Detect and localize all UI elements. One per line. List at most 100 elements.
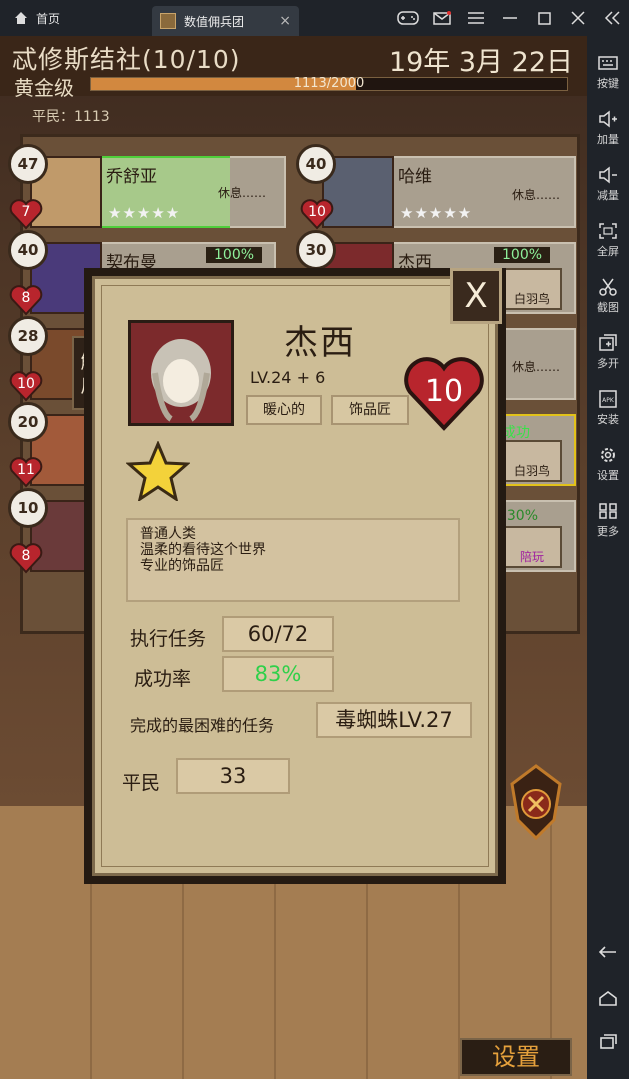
toolbar-label: 全屏 <box>597 245 619 258</box>
home-icon <box>15 12 27 24</box>
merc-level-badge: 47 <box>8 144 48 184</box>
recent-apps-icon <box>600 1034 617 1049</box>
emulator-window: 首页 数值佣兵团 × 忒修斯结社(10/10) 19年 3月 22日 黄金级 1… <box>0 0 629 1079</box>
quest-ticket: 白羽鸟 <box>502 440 562 482</box>
minimize-icon[interactable] <box>493 0 527 36</box>
merc-heart-count: 10 <box>17 376 35 392</box>
toolbar-label: 安装 <box>597 413 619 426</box>
toolbar-volume-down[interactable]: 减量 <box>587 166 629 203</box>
trait-badge[interactable]: 饰品匠 <box>331 395 409 425</box>
merc-level-badge: 28 <box>8 316 48 356</box>
merc-level-badge: 10 <box>8 488 48 528</box>
merc-heart-count: 11 <box>17 462 35 478</box>
nav-home-button[interactable] <box>587 990 629 1010</box>
merc-status: 休息…… <box>511 188 560 202</box>
merc-card-overlay: 休息…… <box>30 156 286 228</box>
merc-description: 普通人类 温柔的看待这个世界 专业的饰品匠 <box>126 518 460 602</box>
fullscreen-icon <box>599 223 617 239</box>
missions-value: 60/72 <box>222 616 334 652</box>
menu-icon[interactable] <box>459 0 493 36</box>
gamepad-icon[interactable] <box>391 0 425 36</box>
quest-ticket-label: 白羽鸟 <box>513 292 550 306</box>
trait-badge[interactable]: 暖心的 <box>246 395 322 425</box>
close-button[interactable]: X <box>450 268 502 324</box>
toolbar-label: 按键 <box>597 77 619 90</box>
merc-progress: 30% <box>506 508 538 524</box>
toolbar-multi-instance[interactable]: 多开 <box>587 334 629 371</box>
merc-heart-count: 8 <box>21 290 31 306</box>
merc-level-badge: 20 <box>8 402 48 442</box>
toolbar-label: 更多 <box>597 525 619 538</box>
toolbar-volume-up[interactable]: 加量 <box>587 110 629 147</box>
toolbar-more[interactable]: 更多 <box>587 502 629 539</box>
merc-status: 成功 <box>502 425 530 441</box>
close-icon[interactable] <box>561 0 595 36</box>
toolbar-label: 加量 <box>597 133 619 146</box>
merc-status: 休息…… <box>511 360 560 374</box>
toolbar-label: 设置 <box>597 469 619 482</box>
merc-detail-hearts: 10 <box>424 374 464 409</box>
settings-button[interactable]: 设置 <box>460 1038 572 1076</box>
tab-home[interactable]: 首页 <box>0 0 152 36</box>
quest-ticket: 白羽鸟 <box>502 268 562 310</box>
star-icon <box>126 441 190 501</box>
merc-heart-count: 10 <box>308 204 326 220</box>
quest-ticket-label: 白羽鸟 <box>513 464 550 478</box>
home-icon <box>599 991 617 1006</box>
back-icon <box>598 946 616 958</box>
apk-icon: APK <box>599 390 617 408</box>
merc-heart-count: 8 <box>21 548 31 564</box>
description-line: 普通人类 <box>140 526 196 542</box>
tab-home-label: 首页 <box>36 11 61 26</box>
tab-game-label: 数值佣兵团 <box>184 14 245 29</box>
success-rate-label: 成功率 <box>134 668 192 690</box>
emulator-toolbar: 按键 加量 减量 全屏 截图 多开 APK 安装 设置 更多 <box>587 36 629 1079</box>
civilians-label: 平民 <box>122 772 161 794</box>
volume-up-icon <box>599 110 617 128</box>
merc-name: 哈维 <box>398 167 432 187</box>
civilian-count: 平民：1113 <box>32 109 110 125</box>
toolbar-label: 截图 <box>597 301 619 314</box>
mail-icon[interactable] <box>425 0 459 36</box>
merc-status: 休息…… <box>217 186 266 200</box>
toolbar-fullscreen[interactable]: 全屏 <box>587 222 629 259</box>
merc-level-badge: 30 <box>296 230 336 270</box>
merc-stars: ★★★★★ <box>400 204 473 222</box>
guild-emblem-icon[interactable] <box>508 764 564 840</box>
keyboard-icon <box>598 56 618 70</box>
character-portrait-icon <box>131 323 231 423</box>
toolbar-keymap[interactable]: 按键 <box>587 54 629 91</box>
more-icon <box>599 503 617 519</box>
nav-recent-button[interactable] <box>587 1034 629 1054</box>
quest-ticket-label: 陪玩 <box>519 550 544 564</box>
svg-text:APK: APK <box>602 397 615 404</box>
success-rate-value: 83% <box>222 656 334 692</box>
merc-card[interactable]: 哈维 休息…… ★★★★★ <box>322 156 576 228</box>
tab-game[interactable]: 数值佣兵团 × <box>152 6 299 36</box>
guild-name: 忒修斯结社(10/10) <box>12 45 241 74</box>
merc-level-badge: 40 <box>8 230 48 270</box>
merc-level-badge: 40 <box>296 144 336 184</box>
toolbar-settings[interactable]: 设置 <box>587 446 629 483</box>
merc-detail-portrait <box>128 320 234 426</box>
hardest-mission-value: 毒蜘蛛LV.27 <box>316 702 472 738</box>
toolbar-screenshot[interactable]: 截图 <box>587 278 629 315</box>
multi-instance-icon <box>599 334 617 351</box>
merc-progress: 100% <box>494 247 551 263</box>
maximize-icon[interactable] <box>527 0 561 36</box>
game-date: 19年 3月 22日 <box>388 47 573 78</box>
guild-rank: 黄金级 <box>14 76 74 100</box>
toolbar-install-apk[interactable]: APK 安装 <box>587 390 629 427</box>
tab-close-icon[interactable]: × <box>279 13 291 29</box>
toolbar-label: 多开 <box>597 357 619 370</box>
description-line: 温柔的看待这个世界 <box>140 542 266 558</box>
game-app-icon <box>160 13 176 29</box>
merc-detail-level: LV.24 + 6 <box>250 368 326 387</box>
exp-bar: 1113/2000 <box>90 76 568 91</box>
merc-heart-count: 7 <box>21 204 31 220</box>
nav-back-button[interactable] <box>587 944 629 963</box>
title-bar: 首页 数值佣兵团 × <box>0 0 629 36</box>
scissors-icon <box>599 278 617 296</box>
missions-label: 执行任务 <box>130 628 207 650</box>
collapse-icon[interactable] <box>595 0 629 36</box>
